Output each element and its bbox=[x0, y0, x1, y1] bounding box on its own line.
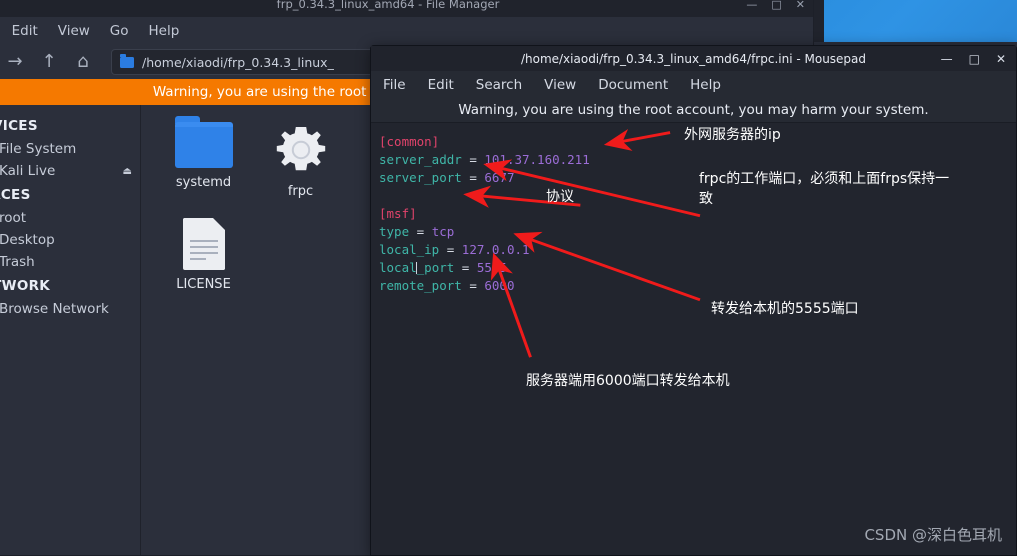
menu-file[interactable]: File bbox=[383, 77, 406, 93]
ini-value: 5555 bbox=[476, 260, 507, 275]
fm-menu-go[interactable]: Go bbox=[110, 23, 129, 39]
file-manager-menubar[interactable]: File Edit View Go Help bbox=[0, 17, 813, 45]
anno-server-port: frpc的工作端口，必须和上面frps保持一 致 bbox=[699, 171, 950, 207]
mousepad-root-warning: Warning, you are using the root account,… bbox=[371, 98, 1016, 122]
ini-section: [msf] bbox=[379, 206, 417, 221]
gear-icon bbox=[274, 123, 328, 177]
code-line: local_ip = 127.0.0.1 bbox=[379, 241, 1016, 259]
sidebar-item-root[interactable]: root bbox=[0, 207, 140, 229]
fm-menu-edit[interactable]: Edit bbox=[12, 23, 38, 39]
ini-value: 6000 bbox=[484, 278, 515, 293]
ini-key: server_addr bbox=[379, 152, 462, 167]
home-icon[interactable]: ⌂ bbox=[73, 53, 93, 71]
desktop-background bbox=[824, 0, 1017, 42]
ini-key: remote_port bbox=[379, 278, 462, 293]
mousepad-window-buttons[interactable]: — □ ✕ bbox=[941, 46, 1006, 71]
menu-view[interactable]: View bbox=[544, 77, 576, 93]
file-item-systemd[interactable]: systemd bbox=[155, 116, 252, 214]
path-text: /home/xiaodi/frp_0.34.3_linux_ bbox=[142, 54, 334, 70]
file-label: LICENSE bbox=[176, 277, 231, 292]
mousepad-window: /home/xiaodi/frp_0.34.3_linux_amd64/frpc… bbox=[370, 45, 1017, 556]
ini-operator: = bbox=[454, 260, 477, 275]
menu-document[interactable]: Document bbox=[598, 77, 668, 93]
menu-edit[interactable]: Edit bbox=[428, 77, 454, 93]
mousepad-menubar[interactable]: File Edit Search View Document Help bbox=[371, 71, 1016, 98]
file-label: frpc bbox=[287, 184, 314, 199]
sidebar-item-kali-live[interactable]: Kali Live ⏏ bbox=[0, 160, 140, 182]
file-item-license[interactable]: LICENSE bbox=[155, 214, 252, 309]
anno-server-addr: 外网服务器的ip bbox=[684, 127, 781, 143]
code-line: local_port = 5555 bbox=[379, 259, 1016, 277]
eject-icon[interactable]: ⏏ bbox=[123, 166, 132, 177]
file-manager-titlebar: frp_0.34.3_linux_amd64 - File Manager — … bbox=[0, 0, 813, 17]
file-label: systemd bbox=[175, 175, 232, 190]
text-cursor bbox=[416, 262, 418, 274]
sidebar-group-places: PLACES bbox=[0, 187, 31, 203]
sidebar-group-network: NETWORK bbox=[0, 278, 51, 294]
fm-maximize-icon[interactable]: □ bbox=[771, 0, 781, 11]
anno-local-port: 转发给本机的5555端口 bbox=[711, 301, 859, 317]
sidebar-item-file-system[interactable]: File System bbox=[0, 138, 140, 160]
sidebar-item-label: Trash bbox=[0, 254, 35, 270]
ini-operator: = bbox=[461, 170, 485, 185]
sidebar-item-desktop[interactable]: Desktop bbox=[0, 229, 140, 251]
sidebar-item-label: Desktop bbox=[0, 232, 55, 248]
sidebar-item-label: root bbox=[0, 210, 27, 226]
ini-operator: = bbox=[439, 242, 462, 257]
sidebar-item-trash[interactable]: Trash bbox=[0, 251, 140, 273]
code-line: type = tcp bbox=[379, 223, 1016, 241]
menu-help[interactable]: Help bbox=[690, 77, 721, 93]
sidebar-item-label: Kali Live bbox=[0, 163, 56, 179]
fm-menu-help[interactable]: Help bbox=[149, 23, 180, 39]
ini-key: server_port bbox=[379, 170, 462, 185]
ini-key: type bbox=[379, 224, 410, 239]
ini-operator: = bbox=[461, 152, 485, 167]
folder-icon bbox=[120, 53, 134, 68]
ini-value: tcp bbox=[431, 224, 455, 239]
ini-value: 6677 bbox=[484, 170, 515, 185]
mousepad-titlebar[interactable]: /home/xiaodi/frp_0.34.3_linux_amd64/frpc… bbox=[371, 46, 1016, 71]
arrow-right-icon[interactable]: → bbox=[5, 53, 25, 71]
file-manager-title: frp_0.34.3_linux_amd64 - File Manager bbox=[276, 0, 500, 11]
code-line: server_addr = 101.37.160.211 bbox=[379, 151, 1016, 169]
ini-operator: = bbox=[409, 224, 432, 239]
sidebar-item-browse-network[interactable]: Browse Network bbox=[0, 298, 140, 320]
file-manager-sidebar: DEVICES File System Kali Live ⏏ PLACES r… bbox=[0, 105, 141, 555]
maximize-icon[interactable]: □ bbox=[969, 53, 980, 65]
anno-remote-port: 服务器端用6000端口转发给本机 bbox=[526, 373, 730, 389]
screen-root: frp_0.34.3_linux_amd64 - File Manager — … bbox=[0, 0, 1017, 556]
sidebar-group-devices: DEVICES bbox=[0, 118, 38, 134]
ini-key: local_ip bbox=[379, 242, 440, 257]
sidebar-item-label: Browse Network bbox=[0, 301, 109, 317]
text-editor-area[interactable]: [common] server_addr = 101.37.160.211 serv… bbox=[371, 122, 1016, 555]
document-lines bbox=[189, 240, 218, 264]
fm-close-icon[interactable]: ✕ bbox=[796, 0, 805, 11]
code-line: remote_port = 6000 bbox=[379, 277, 1016, 295]
file-item-frpc-binary[interactable]: frpc bbox=[252, 119, 349, 214]
mousepad-title: /home/xiaodi/frp_0.34.3_linux_amd64/frpc… bbox=[520, 51, 867, 66]
fm-minimize-icon[interactable]: — bbox=[746, 0, 757, 11]
anno-type: 协议 bbox=[546, 189, 574, 205]
arrow-up-icon[interactable]: ↑ bbox=[39, 53, 59, 71]
document-icon bbox=[182, 218, 225, 270]
close-icon[interactable]: ✕ bbox=[996, 53, 1006, 65]
ini-value: 101.37.160.211 bbox=[484, 152, 590, 167]
sidebar-item-label: File System bbox=[0, 141, 77, 157]
ini-key: local_port bbox=[379, 260, 455, 275]
editor-text-content[interactable]: [common] server_addr = 101.37.160.211 serv… bbox=[379, 133, 1016, 295]
minimize-icon[interactable]: — bbox=[941, 53, 953, 65]
ini-value: 127.0.0.1 bbox=[461, 242, 530, 257]
ini-section: [common] bbox=[379, 134, 440, 149]
watermark: CSDN @深白色耳机 bbox=[864, 526, 1002, 544]
file-manager-window-buttons[interactable]: — □ ✕ bbox=[746, 0, 805, 17]
ini-operator: = bbox=[461, 278, 485, 293]
fm-menu-view[interactable]: View bbox=[58, 23, 90, 39]
folder-icon bbox=[174, 116, 233, 168]
menu-search[interactable]: Search bbox=[476, 77, 522, 93]
